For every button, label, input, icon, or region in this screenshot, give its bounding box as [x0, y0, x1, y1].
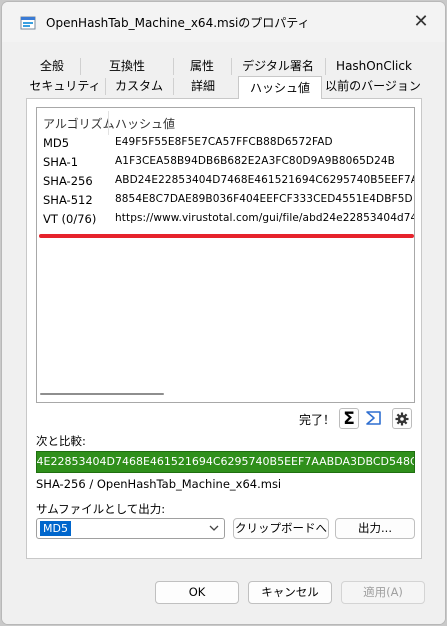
cancel-button[interactable]: キャンセル — [248, 581, 332, 604]
tab-divider — [105, 78, 106, 95]
column-header-algorithm[interactable]: アルゴリズム — [43, 115, 115, 132]
tab-compatibility[interactable]: 互換性 — [82, 57, 172, 75]
close-button[interactable]: ✕ — [405, 6, 437, 38]
virustotal-icon — [366, 411, 381, 425]
button-label: OK — [188, 585, 206, 599]
compare-input[interactable]: ABD24E22853404D7468E461521694C6295740B5E… — [36, 451, 415, 473]
tab-label: 互換性 — [108, 59, 145, 73]
file-icon — [20, 16, 36, 30]
hash-value: 8854E8C7DAE89B036F404EEFCF333CED4551E4DB… — [115, 193, 413, 205]
tab-general[interactable]: 全般 — [26, 57, 78, 75]
tab-label: 属性 — [189, 59, 214, 73]
virustotal-link[interactable]: https://www.virustotal.com/gui/file/abd2… — [115, 212, 414, 224]
tab-label: セキュリティ — [29, 79, 101, 93]
sigma-icon: Σ — [343, 409, 355, 429]
properties-dialog: OpenHashTab_Machine_x64.msiのプロパティ ✕ 全般 互… — [1, 1, 446, 625]
tab-security[interactable]: セキュリティ — [26, 77, 104, 95]
tab-custom[interactable]: カスタム — [106, 77, 172, 95]
button-label: 適用(A) — [363, 585, 403, 599]
tab-hash-values[interactable]: ハッシュ値 — [238, 76, 322, 99]
hash-row-sha512[interactable]: SHA-512 8854E8C7DAE89B036F404EEFCF333CED… — [37, 193, 414, 211]
tab-hashonclick[interactable]: HashOnClick — [326, 57, 422, 75]
compare-value: ABD24E22853404D7468E461521694C6295740B5E… — [36, 455, 414, 468]
gear-icon — [395, 412, 409, 426]
clipboard-button[interactable]: クリップボードへ — [233, 518, 329, 539]
tab-divider — [231, 58, 232, 75]
tab-divider — [80, 58, 81, 75]
tab-label: HashOnClick — [336, 59, 412, 73]
button-label: 出力... — [358, 521, 392, 535]
tab-label: 全般 — [39, 59, 64, 73]
highlight-underline — [39, 234, 414, 238]
algo-name: SHA-1 — [43, 155, 79, 169]
tab-details[interactable]: 詳細 — [174, 77, 232, 95]
algo-name: SHA-256 — [43, 174, 93, 188]
checksum-button[interactable]: Σ — [339, 408, 359, 429]
virustotal-button[interactable] — [364, 408, 384, 429]
apply-button[interactable]: 適用(A) — [341, 581, 425, 604]
status-text: 完了！ — [299, 413, 336, 427]
column-divider — [108, 111, 109, 135]
tab-divider — [173, 58, 174, 75]
export-label: サムファイルとして出力: — [36, 502, 166, 516]
hash-row-sha1[interactable]: SHA-1 A1F3CEA58B94DB6B682E2A3FC80D9A9B80… — [37, 155, 414, 173]
tab-label: デジタル署名 — [242, 59, 314, 73]
button-label: クリップボードへ — [235, 521, 327, 535]
export-button[interactable]: 出力... — [335, 518, 415, 539]
hash-row-sha256[interactable]: SHA-256 ABD24E22853404D7468E461521694C62… — [37, 174, 414, 192]
algo-name: MD5 — [43, 136, 70, 150]
tab-digital-signature[interactable]: デジタル署名 — [232, 57, 324, 75]
tab-attributes[interactable]: 属性 — [174, 57, 230, 75]
settings-button[interactable] — [392, 408, 412, 429]
hash-row-virustotal[interactable]: VT (0/76) https://www.virustotal.com/gui… — [37, 212, 414, 230]
algo-name: SHA-512 — [43, 193, 93, 207]
ok-button[interactable]: OK — [155, 581, 239, 604]
window-title: OpenHashTab_Machine_x64.msiのプロパティ — [46, 16, 310, 30]
tab-label: カスタム — [114, 79, 163, 93]
tab-label: 以前のバージョン — [325, 79, 421, 93]
hash-list[interactable]: アルゴリズム ハッシュ値 MD5 E49F5F55E8F5E7CA57FFCB8… — [36, 107, 415, 403]
export-format-select[interactable]: MD5 — [36, 518, 225, 539]
algo-name: VT (0/76) — [43, 212, 97, 226]
compare-match-info: SHA-256 / OpenHashTab_Machine_x64.msi — [36, 477, 282, 491]
tab-divider — [325, 58, 326, 75]
tab-previous-versions[interactable]: 以前のバージョン — [324, 77, 422, 95]
hash-row-md5[interactable]: MD5 E49F5F55E8F5E7CA57FFCB88D6572FAD — [37, 136, 414, 154]
hash-value: ABD24E22853404D7468E461521694C6295740B5E… — [115, 174, 414, 186]
horizontal-scrollbar[interactable] — [40, 393, 164, 395]
tab-divider — [173, 78, 174, 95]
hash-value: A1F3CEA58B94DB6B682E2A3FC80D9A9B8065D24B — [115, 155, 395, 167]
column-header-hash[interactable]: ハッシュ値 — [115, 115, 175, 132]
button-label: キャンセル — [261, 585, 319, 599]
title-bar: OpenHashTab_Machine_x64.msiのプロパティ ✕ — [2, 2, 445, 42]
compare-label: 次と比較: — [36, 434, 86, 448]
tab-label: ハッシュ値 — [249, 81, 310, 95]
close-icon: ✕ — [413, 11, 429, 32]
hash-value: E49F5F55E8F5E7CA57FFCB88D6572FAD — [115, 136, 333, 148]
export-format-value: MD5 — [40, 521, 71, 536]
chevron-down-icon — [209, 525, 219, 531]
tab-label: 詳細 — [190, 79, 215, 93]
